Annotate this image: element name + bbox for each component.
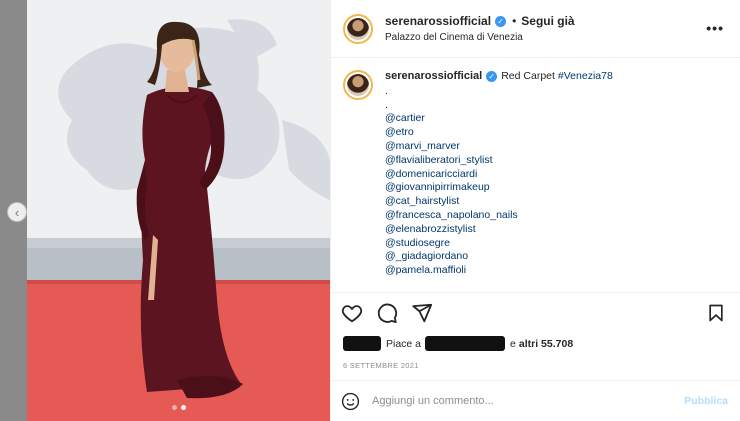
header-line: serenarossiofficial ✓ • Segui già (385, 14, 575, 28)
mention-link[interactable]: @marvi_marver (385, 140, 705, 154)
mention-link[interactable]: @pamela.maffioli (385, 264, 705, 278)
divider (331, 380, 740, 381)
mention-link[interactable]: @studiosegre (385, 237, 705, 251)
comment-input[interactable] (372, 395, 685, 407)
heart-icon[interactable] (341, 302, 363, 324)
location-link[interactable]: Palazzo del Cinema di Venezia (385, 32, 575, 43)
verified-badge-icon: ✓ (486, 71, 498, 83)
likes-prefix: Piace a (386, 337, 422, 350)
avatar[interactable] (343, 13, 373, 44)
post-media[interactable] (27, 0, 330, 421)
carousel-prev-button[interactable]: ‹ (7, 202, 27, 222)
verified-badge-icon: ✓ (495, 15, 507, 27)
divider (331, 292, 740, 293)
likes-count-link[interactable]: altri 55.708 (519, 338, 573, 350)
mention-link[interactable]: @_giadagiordano (385, 250, 705, 264)
caption-avatar[interactable] (343, 70, 373, 100)
chevron-left-icon: ‹ (14, 204, 20, 220)
mention-link[interactable]: @flavialiberatori_stylist (385, 154, 705, 168)
carousel-dot-active (180, 405, 186, 410)
follow-button[interactable]: Segui già (521, 14, 574, 28)
post-header: serenarossiofficial ✓ • Segui già Palazz… (331, 0, 740, 58)
mention-link[interactable]: @domenicaricciardi (385, 168, 705, 182)
caption-line: . (385, 98, 388, 111)
mention-link[interactable]: @francesca_napolano_nails (385, 209, 705, 223)
hashtag-link[interactable]: #Venezia78 (558, 70, 613, 84)
carousel-indicator (27, 405, 330, 410)
redacted-username[interactable] (425, 336, 506, 351)
likes-connector: e (510, 337, 516, 350)
bookmark-icon[interactable] (706, 303, 726, 323)
comment-icon[interactable] (376, 302, 398, 324)
action-bar (341, 302, 433, 324)
header-text: serenarossiofficial ✓ • Segui già Palazz… (385, 14, 575, 43)
post-caption: serenarossiofficial ✓ Red Carpet #Venezi… (343, 70, 705, 278)
post-photo (27, 0, 330, 421)
redacted-avatar (343, 336, 381, 351)
carousel-dot (171, 405, 177, 410)
username-link[interactable]: serenarossiofficial (385, 14, 491, 28)
separator-dot: • (512, 14, 517, 28)
comment-form: Pubblica (341, 390, 728, 412)
publish-button[interactable]: Pubblica (684, 395, 728, 407)
mention-link[interactable]: @giovannipirrimakeup (385, 181, 705, 195)
mention-link[interactable]: @cat_hairstylist (385, 195, 705, 209)
caption-first-line: serenarossiofficial ✓ Red Carpet #Venezi… (385, 70, 705, 84)
caption-lines: . . @cartier @etro @marvi_marver @flavia… (385, 85, 705, 278)
avatar-image (347, 74, 369, 96)
mention-link[interactable]: @etro (385, 126, 705, 140)
post-modal: serenarossiofficial ✓ • Segui già Palazz… (27, 0, 740, 421)
likes-summary: Piace a e altri 55.708 (343, 336, 573, 351)
post-sidebar: serenarossiofficial ✓ • Segui già Palazz… (330, 0, 740, 421)
caption-text: Red Carpet (501, 70, 555, 82)
more-options-icon[interactable]: ••• (706, 20, 724, 36)
mention-link[interactable]: @cartier (385, 112, 705, 126)
mention-link[interactable]: @elenabrozzistylist (385, 223, 705, 237)
send-icon[interactable] (411, 302, 433, 324)
caption-username-link[interactable]: serenarossiofficial (385, 70, 482, 84)
avatar-image (347, 17, 369, 40)
post-date[interactable]: 6 SETTEMBRE 2021 (343, 361, 419, 370)
caption-body: serenarossiofficial ✓ Red Carpet #Venezi… (385, 70, 705, 278)
smiley-icon[interactable] (341, 392, 360, 411)
caption-line: . (385, 84, 388, 97)
